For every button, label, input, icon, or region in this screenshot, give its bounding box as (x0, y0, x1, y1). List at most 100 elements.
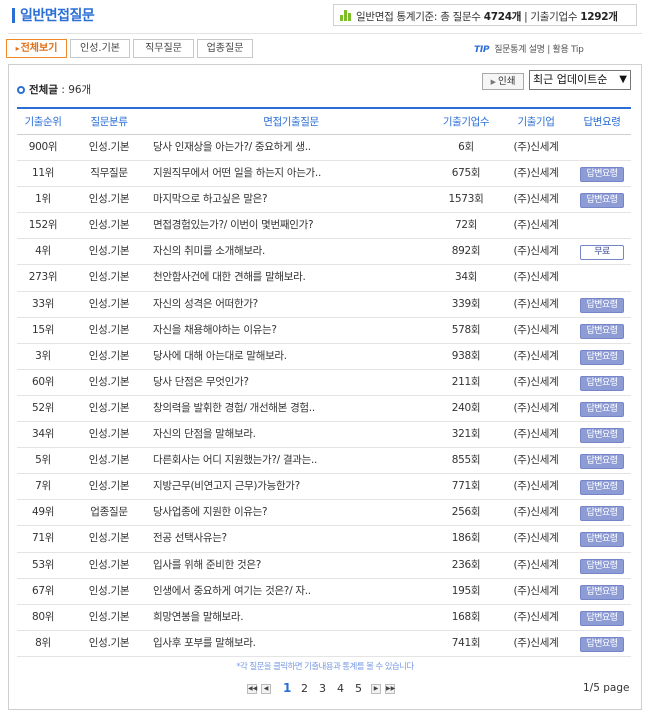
answer-tips-button[interactable]: 답변요령 (580, 610, 624, 626)
question-link[interactable]: 입사를 위해 준비한 것은? (145, 553, 441, 578)
count-cell: 321회 (451, 428, 481, 441)
answer-cell: 답변요령 (573, 344, 631, 369)
category-cell: 인성.기본 (88, 532, 130, 545)
table-row[interactable]: 49위 업종질문 당사업종에 지원한 이유는? 256회 (주)신세계 답변요령 (17, 500, 631, 527)
tab-industry[interactable]: 업종질문 (197, 39, 253, 58)
answer-tips-button[interactable]: 답변요령 (580, 636, 624, 652)
first-page-icon[interactable]: ◀◀ (247, 684, 257, 694)
company-cell: (주)신세계 (513, 584, 559, 597)
count-cell: 339회 (451, 297, 481, 310)
category-cell: 인성.기본 (88, 401, 130, 414)
question-link[interactable]: 희망연봉을 말해보라. (145, 605, 441, 630)
question-link[interactable]: 지방근무(비연고지 근무)가능한가? (145, 474, 441, 499)
rank-cell: 4위 (35, 245, 51, 258)
total-companies: 1292개 (580, 11, 618, 23)
question-link[interactable]: 입사후 포부를 말해보라. (145, 631, 441, 656)
last-page-icon[interactable]: ▶▶ (385, 684, 395, 694)
question-link[interactable]: 자신의 취미를 소개해보라. (145, 239, 441, 264)
answer-tips-button[interactable]: 답변요령 (580, 480, 624, 496)
answer-tips-button[interactable]: 답변요령 (580, 193, 624, 209)
next-page-icon[interactable]: ▶ (371, 684, 381, 694)
company-cell: (주)신세계 (513, 193, 559, 206)
free-answer-button[interactable]: 무료 (580, 245, 624, 261)
answer-tips-button[interactable]: 답변요령 (580, 323, 624, 339)
table-row[interactable]: 3위 인성.기본 당사에 대해 아는대로 말해보라. 938회 (주)신세계 답변요령 (17, 344, 631, 370)
page-4[interactable]: 4 (337, 682, 344, 695)
answer-tips-button[interactable]: 답변요령 (580, 297, 624, 313)
question-link[interactable]: 당사업종에 지원한 이유는? (145, 500, 441, 525)
answer-tips-button[interactable]: 답변요령 (580, 454, 624, 470)
answer-tips-button[interactable]: 답변요령 (580, 167, 624, 183)
table-row[interactable]: 1위 인성.기본 마지막으로 하고싶은 말은? 1573회 (주)신세계 답변요령 (17, 187, 631, 214)
answer-tips-button[interactable]: 답변요령 (580, 558, 624, 574)
table-row[interactable]: 11위 직무질문 지원직무에서 어떤 일을 하는지 아는가.. 675회 (주)신세계 답… (17, 161, 631, 188)
page-1[interactable]: 1 (283, 681, 291, 695)
answer-cell: 답변요령 (573, 474, 631, 499)
tab-personality[interactable]: 인성.기본 (70, 39, 130, 58)
answer-tips-button[interactable]: 답변요령 (580, 532, 624, 548)
question-link[interactable]: 창의력을 발휘한 경험/ 개선해본 경험.. (145, 396, 441, 421)
table-row[interactable]: 5위 인성.기본 다른회사는 어디 지원했는가?/ 결과는.. 855회 (주)신세계 답… (17, 448, 631, 475)
question-link[interactable]: 당사 인재상을 아는가?/ 중요하게 생.. (145, 135, 441, 160)
tip-link[interactable]: TIP 질문통계 설명 | 활용 Tip (474, 42, 584, 55)
answer-tips-button[interactable]: 답변요령 (580, 401, 624, 417)
rank-cell: 49위 (31, 506, 55, 519)
sort-select[interactable]: 최근 업데이트순 ▼ (529, 70, 631, 90)
rank-cell: 8위 (35, 636, 51, 649)
table-row[interactable]: 52위 인성.기본 창의력을 발휘한 경험/ 개선해본 경험.. 240회 (주)신세계… (17, 396, 631, 423)
total-count: 전체글 : 96개 (17, 82, 91, 97)
question-link[interactable]: 자신을 채용해야하는 이유는? (145, 318, 441, 343)
table-body: 900위 인성.기본 당사 인재상을 아는가?/ 중요하게 생.. 6회 (주)신세계 1… (17, 135, 631, 657)
category-cell: 직무질문 (90, 167, 128, 180)
table-row[interactable]: 152위 인성.기본 면접경험있는가?/ 이번이 몇번째인가? 72회 (주)신세계 (17, 213, 631, 240)
prev-page-icon[interactable]: ◀ (261, 684, 271, 694)
rank-cell: 152위 (28, 219, 58, 232)
tab-all[interactable]: 전체보기 (6, 39, 67, 58)
page-5[interactable]: 5 (355, 682, 362, 695)
count-cell: 6회 (458, 141, 474, 153)
answer-tips-button[interactable]: 답변요령 (580, 349, 624, 365)
table-row[interactable]: 8위 인성.기본 입사후 포부를 말해보라. 741회 (주)신세계 답변요령 (17, 631, 631, 657)
question-link[interactable]: 자신의 단점을 말해보라. (145, 422, 441, 447)
answer-tips-button[interactable]: 답변요령 (580, 375, 624, 391)
question-link[interactable]: 마지막으로 하고싶은 말은? (145, 187, 441, 212)
table-row[interactable]: 34위 인성.기본 자신의 단점을 말해보라. 321회 (주)신세계 답변요령 (17, 422, 631, 449)
page-3[interactable]: 3 (319, 682, 326, 695)
question-link[interactable]: 천안함사건에 대한 견해를 말해보라. (145, 265, 441, 290)
count-cell: 236회 (451, 558, 481, 571)
question-link[interactable]: 지원직무에서 어떤 일을 하는지 아는가.. (145, 161, 441, 186)
answer-cell: 답변요령 (573, 448, 631, 473)
question-link[interactable]: 전공 선택사유는? (145, 526, 441, 551)
table-row[interactable]: 53위 인성.기본 입사를 위해 준비한 것은? 236회 (주)신세계 답변요령 (17, 553, 631, 579)
table-row[interactable]: 273위 인성.기본 천안함사건에 대한 견해를 말해보라. 34회 (주)신세계 (17, 265, 631, 292)
question-link[interactable]: 당사 단점은 무엇인가? (145, 370, 441, 395)
answer-cell (573, 213, 631, 238)
tab-job[interactable]: 직무질문 (133, 39, 194, 58)
table-row[interactable]: 67위 인성.기본 인생에서 중요하게 여기는 것은?/ 자.. 195회 (주)신세계… (17, 579, 631, 605)
table-row[interactable]: 7위 인성.기본 지방근무(비연고지 근무)가능한가? 771회 (주)신세계 답변요령 (17, 474, 631, 501)
rank-cell: 80위 (31, 610, 55, 623)
tip-text: 질문통계 설명 | 활용 Tip (494, 45, 584, 55)
question-link[interactable]: 면접경험있는가?/ 이번이 몇번째인가? (145, 213, 441, 238)
answer-tips-button[interactable]: 답변요령 (580, 506, 624, 522)
question-link[interactable]: 다른회사는 어디 지원했는가?/ 결과는.. (145, 448, 441, 473)
page-title: 일반면접질문 (20, 8, 95, 24)
table-row[interactable]: 900위 인성.기본 당사 인재상을 아는가?/ 중요하게 생.. 6회 (주)신세계 (17, 135, 631, 162)
page-2[interactable]: 2 (301, 682, 308, 695)
count-cell: 168회 (451, 610, 481, 623)
stats-mid: | 기출기업수 (521, 11, 581, 23)
question-link[interactable]: 당사에 대해 아는대로 말해보라. (145, 344, 441, 369)
question-link[interactable]: 인생에서 중요하게 여기는 것은?/ 자.. (145, 579, 441, 604)
table-row[interactable]: 4위 인성.기본 자신의 취미를 소개해보라. 892회 (주)신세계 무료 (17, 239, 631, 266)
answer-tips-button[interactable]: 답변요령 (580, 584, 624, 600)
table-row[interactable]: 71위 인성.기본 전공 선택사유는? 186회 (주)신세계 답변요령 (17, 526, 631, 553)
header-rank: 기출순위 (24, 116, 62, 128)
table-row[interactable]: 60위 인성.기본 당사 단점은 무엇인가? 211회 (주)신세계 답변요령 (17, 370, 631, 396)
answer-tips-button[interactable]: 답변요령 (580, 428, 624, 444)
question-link[interactable]: 자신의 성격은 어떠한가? (145, 292, 441, 317)
table-row[interactable]: 33위 인성.기본 자신의 성격은 어떠한가? 339회 (주)신세계 답변요령 (17, 292, 631, 318)
print-button[interactable]: ▶ 인쇄 (482, 73, 524, 90)
table-row[interactable]: 15위 인성.기본 자신을 채용해야하는 이유는? 578회 (주)신세계 답변요령 (17, 318, 631, 344)
stats-summary: 일반면접 통계기준: 총 질문수 4724개 | 기출기업수 1292개 (333, 4, 637, 26)
table-row[interactable]: 80위 인성.기본 희망연봉을 말해보라. 168회 (주)신세계 답변요령 (17, 605, 631, 631)
